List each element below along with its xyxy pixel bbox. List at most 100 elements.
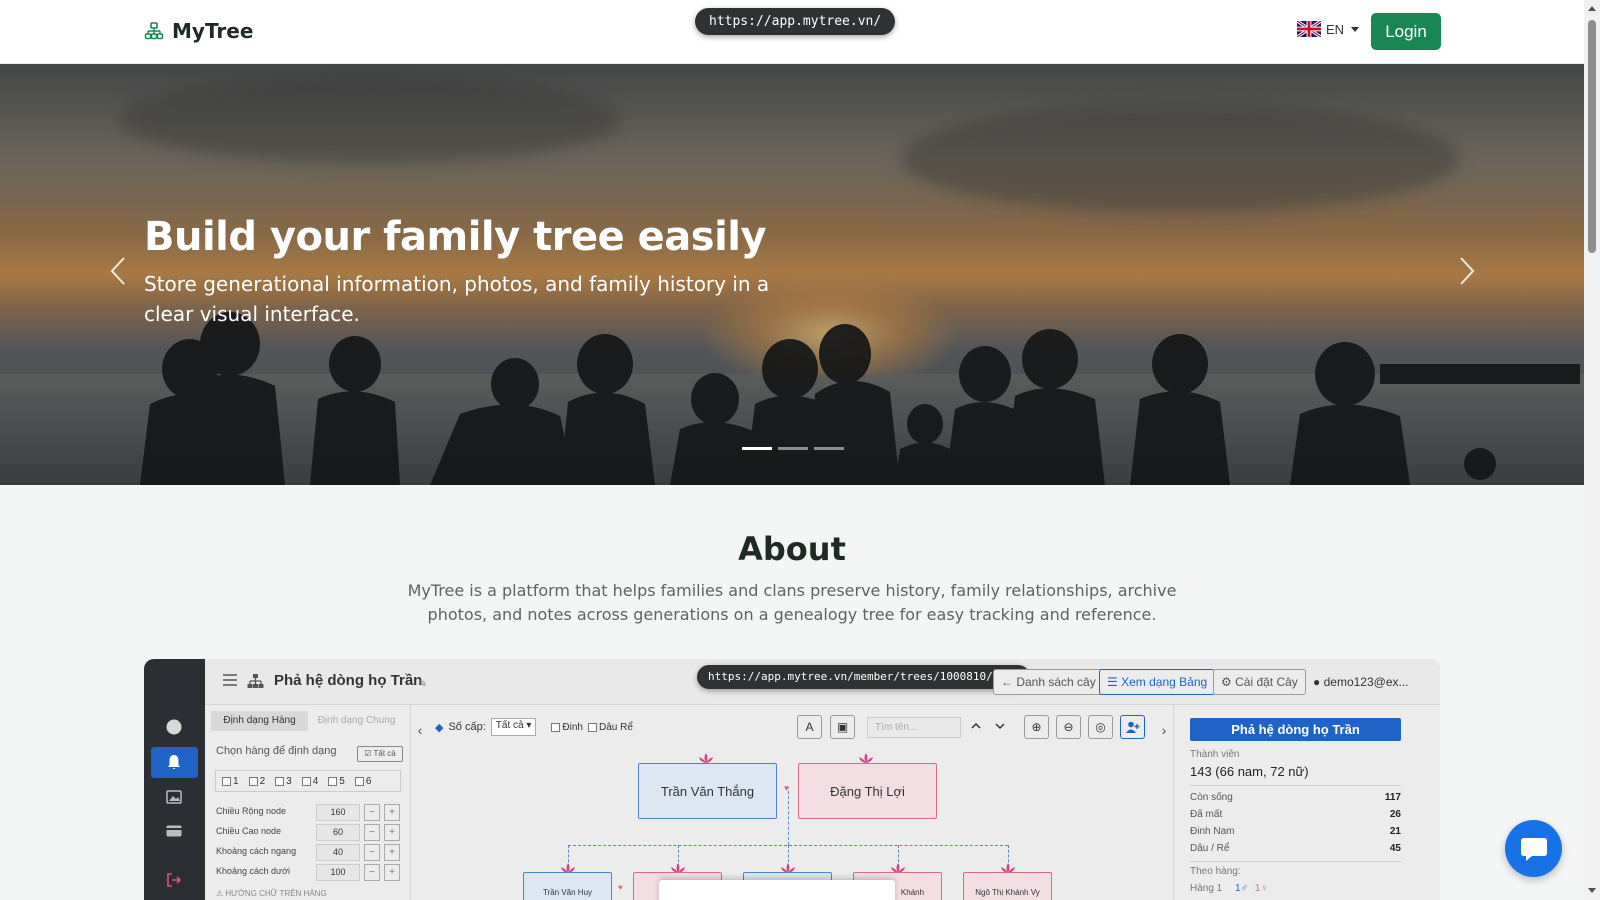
tab-row-format[interactable]: Định dạng Hàng [211,711,308,731]
scrollbar-thumb[interactable] [1588,20,1596,253]
tree-settings-button[interactable]: ⚙ Cài đặt Cây [1213,669,1306,695]
hero-subtitle: Store generational information, photos, … [144,272,770,326]
carousel-indicator-1[interactable] [742,447,772,450]
tree-stats-panel: Phả hệ dòng họ Trần Thành viên 143 (66 n… [1173,705,1440,900]
search-input[interactable]: Tìm tên... [867,717,961,738]
row-checkbox-label: 1 [233,775,239,787]
tree-canvas: ‹ › ◆ Số cấp: Tất cả ▾ Đinh Dâu Rể A ▣ T… [411,705,1173,900]
select-all-rows-button[interactable]: ☑ Tất cả [357,746,403,762]
hero-carousel: Build your family tree easily Store gene… [0,64,1584,485]
text-toggle-button[interactable]: A [797,715,822,739]
level-select[interactable]: Tất cả ▾ [490,718,537,736]
tree-list-button[interactable]: ← Danh sách cây [993,669,1104,695]
carousel-next-arrow-icon[interactable] [1451,254,1481,288]
field-value-input[interactable]: 40 [316,844,360,861]
chat-support-button[interactable] [1505,820,1562,877]
field-label: Chiều Cao node [216,826,282,836]
generation-male-count: 1♂ [1235,883,1249,894]
decrement-button[interactable]: − [364,844,380,861]
row-checkbox-1[interactable]: 1 [222,776,239,787]
row-checkboxes: 1 2 3 4 5 6 [215,770,401,792]
tree-settings-label: Cài đặt Cây [1235,675,1298,689]
field-value-input[interactable]: 100 [316,864,360,881]
list-icon: ☰ [1107,675,1118,689]
carousel-indicator-3[interactable] [814,447,844,450]
add-member-icon[interactable] [1120,715,1145,739]
stat-in-laws: Dâu / Rể 45 [1190,843,1401,857]
field-value-input[interactable]: 160 [316,804,360,821]
recenter-icon[interactable]: ◎ [1088,715,1113,739]
row-checkbox-3[interactable]: 3 [275,776,292,787]
collapse-right-panel-icon[interactable]: › [1155,715,1173,747]
hamburger-menu-icon[interactable] [223,674,237,686]
tree-connector [788,791,789,845]
zoom-in-icon[interactable]: ⊕ [1024,715,1049,739]
collapse-left-panel-icon[interactable]: ‹ [411,715,429,747]
by-generation-label: Theo hàng: [1190,866,1241,877]
carousel-prev-arrow-icon[interactable] [104,254,134,288]
login-button[interactable]: Login [1371,13,1441,50]
node-width-field: Chiều Rộng node 160 − + [216,804,404,821]
image-toggle-icon[interactable]: ▣ [830,715,855,739]
row-checkbox-label: 2 [259,775,266,787]
row-checkbox-6[interactable]: 6 [354,776,371,787]
app-screenshot-preview: Phả hệ dòng họ Trần ✎ https://app.mytree… [144,659,1440,900]
decrement-button[interactable]: − [364,824,380,841]
format-tabs: Định dạng Hàng Định dạng Chung [211,711,405,731]
chevron-down-icon[interactable] [994,719,1006,733]
page-scrollbar[interactable] [1584,0,1600,900]
tree-node-female[interactable]: Ngô Thị Khánh Vy [963,872,1052,900]
tree-node-male[interactable]: Trần Văn Huy [523,872,612,900]
dau-re-checkbox[interactable]: Dâu Rể [587,721,633,733]
level-filter: ◆ Số cấp: Tất cả ▾ Đinh Dâu Rể [435,715,633,739]
logout-icon[interactable] [162,868,186,892]
increment-button[interactable]: + [384,824,400,841]
scroll-up-arrow-icon[interactable] [1588,6,1596,11]
carousel-indicator-2[interactable] [778,447,808,450]
tab-common-format[interactable]: Định dạng Chung [308,711,405,731]
tree-node-name: Khánh [900,887,925,897]
bell-icon[interactable] [162,750,186,774]
increment-button[interactable]: + [384,864,400,881]
row-checkbox-5[interactable]: 5 [328,776,345,787]
row-checkbox-label: 4 [312,775,319,787]
scroll-down-arrow-icon[interactable] [1588,888,1596,893]
top-navbar: MyTree https://app.mytree.vn/ EN Login [0,0,1584,64]
user-account[interactable]: ● demo123@ex... [1313,675,1409,689]
select-all-label: Tất cả [373,749,396,758]
dinh-checkbox[interactable]: Đinh [551,722,583,733]
level-label: Số cấp: [448,721,486,733]
decrement-button[interactable]: − [364,864,380,881]
language-selector[interactable]: EN [1297,21,1360,37]
table-view-button[interactable]: ☰ Xem dạng Bảng [1099,669,1216,695]
app-sidebar-rail [144,659,205,900]
zoom-out-icon[interactable]: ⊖ [1056,715,1081,739]
hero-title: Build your family tree easily [144,214,767,260]
table-view-label: Xem dạng Bảng [1121,675,1208,689]
image-gallery-icon[interactable] [162,785,186,809]
checkbox-icon: ☑ [364,749,372,758]
field-value-input[interactable]: 60 [316,824,360,841]
increment-button[interactable]: + [384,844,400,861]
avatar-icon[interactable] [162,715,186,739]
layers-icon: ◆ [435,721,444,734]
decrement-button[interactable]: − [364,804,380,821]
row-checkbox-2[interactable]: 2 [248,775,266,787]
chevron-up-icon[interactable] [970,719,982,733]
dau-re-checkbox-label: Dâu Rể [598,721,633,733]
row-checkbox-4[interactable]: 4 [301,775,319,787]
tree-name-button[interactable]: Phả hệ dòng họ Trần [1190,718,1401,741]
tree-node-female[interactable]: Đặng Thị Lợi [798,763,937,819]
node-detail-popup[interactable] [659,880,895,900]
increment-button[interactable]: + [384,804,400,821]
gear-icon: ⚙ [1221,675,1232,689]
chevron-down-icon [1351,26,1360,32]
brand-logo[interactable]: MyTree [144,19,253,43]
stat-value: 26 [1389,809,1401,820]
tree-node-male[interactable]: Trần Văn Thắng [638,763,777,819]
stat-label: Đinh Nam [1190,826,1235,837]
generation-1-row: Hàng 1 1♂ 1♀ [1190,883,1268,894]
edit-pencil-icon[interactable]: ✎ [418,677,427,690]
row-text-direction-heading: ⚠ HƯỚNG CHỮ TRÊN HÀNG [216,889,327,898]
card-icon[interactable] [162,819,186,843]
